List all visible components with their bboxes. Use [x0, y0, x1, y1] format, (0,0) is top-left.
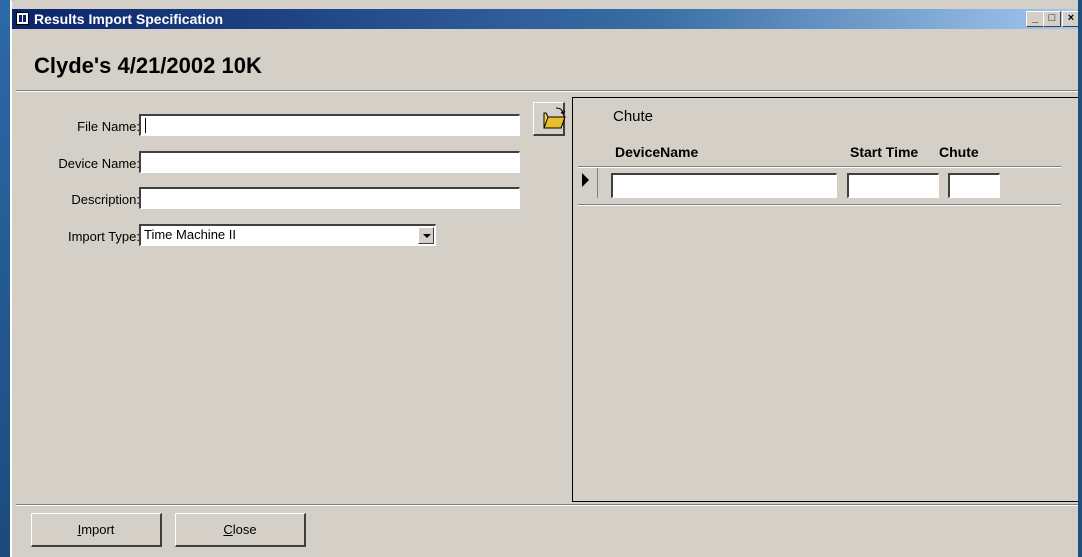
window-title: Results Import Specification — [34, 11, 224, 27]
maximize-button[interactable]: □ — [1043, 11, 1061, 27]
import-button[interactable]: Import — [31, 513, 162, 547]
subform-caption: Chute — [613, 108, 654, 125]
file-name-input[interactable] — [139, 114, 520, 136]
column-header-chute: Chute — [939, 144, 979, 160]
footer-divider — [16, 504, 1082, 506]
form-title: Clyde's 4/21/2002 10K — [34, 53, 262, 78]
folder-open-icon — [543, 107, 566, 129]
form-icon — [16, 12, 29, 25]
results-import-window: Results Import Specification _ □ × Clyde… — [10, 0, 1082, 557]
record-selector[interactable] — [578, 168, 598, 198]
chevron-down-icon[interactable] — [418, 227, 434, 244]
device-name-input[interactable] — [139, 151, 520, 173]
device-name-label: Device Name: — [58, 156, 140, 171]
close-dialog-button[interactable]: Close — [175, 513, 306, 547]
desktop-background — [0, 0, 10, 557]
text-cursor — [145, 118, 146, 133]
minimize-button[interactable]: _ — [1026, 11, 1044, 27]
browse-button[interactable] — [533, 102, 566, 136]
import-type-select[interactable]: Time Machine II — [139, 224, 436, 246]
chute-subform: Chute DeviceName Start Time Chute — [572, 97, 1082, 502]
title-bar[interactable]: Results Import Specification _ □ × — [12, 9, 1082, 29]
description-label: Description: — [71, 192, 140, 207]
file-name-label: File Name: — [77, 119, 140, 134]
table-cell-start-time[interactable] — [847, 173, 939, 198]
table-cell-devicename[interactable] — [611, 173, 837, 198]
import-type-value: Time Machine II — [144, 227, 236, 242]
table-cell-chute[interactable] — [948, 173, 1000, 198]
desktop-edge — [1078, 0, 1082, 557]
close-accelerator: C — [223, 522, 233, 537]
import-label: mport — [81, 522, 115, 537]
close-label: lose — [232, 522, 257, 537]
grid-bottom-line — [578, 204, 1061, 206]
header-divider — [16, 90, 1082, 92]
column-header-start-time: Start Time — [850, 144, 919, 160]
grid-top-line — [578, 166, 1061, 168]
description-input[interactable] — [139, 187, 520, 209]
import-type-label: Import Type: — [67, 229, 140, 244]
column-header-devicename: DeviceName — [615, 144, 699, 160]
